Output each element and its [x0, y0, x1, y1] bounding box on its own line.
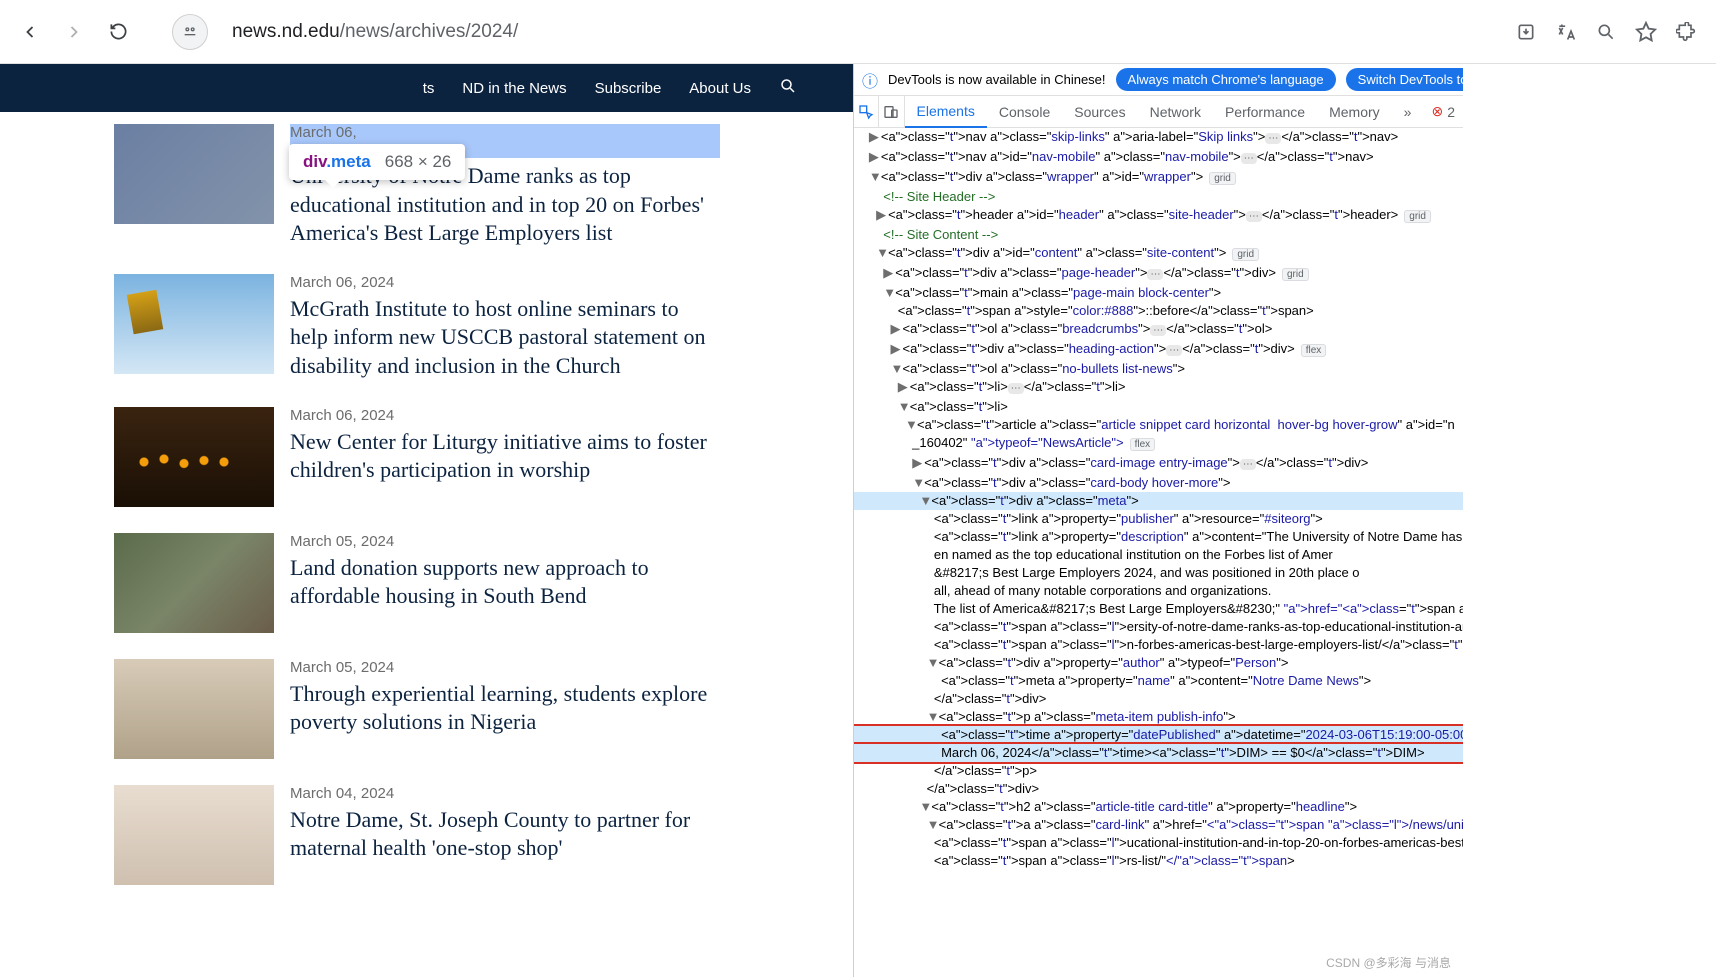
zoom-icon[interactable]: [1588, 14, 1624, 50]
tab-elements[interactable]: Elements: [905, 96, 987, 128]
article-card[interactable]: March 04, 2024 Notre Dame, St. Joseph Cou…: [114, 785, 813, 885]
device-toggle-icon[interactable]: [879, 96, 904, 128]
article-card[interactable]: March 06, 2024 New Center for Liturgy ini…: [114, 407, 813, 507]
back-button[interactable]: [12, 14, 48, 50]
article-date: March 05, 2024: [290, 533, 720, 550]
error-count[interactable]: ⊗2: [1423, 103, 1463, 120]
article-date: March 06, 2024: [290, 407, 720, 424]
article-card[interactable]: March 05, 2024 Through experiential learn…: [114, 659, 813, 759]
watermark: CSDN @多彩海 与消息: [1326, 954, 1451, 971]
article-title[interactable]: New Center for Liturgy initiative aims t…: [290, 428, 720, 485]
tooltip-tag: div: [303, 152, 326, 171]
devtools-tabs: Elements Console Sources Network Perform…: [854, 96, 1463, 128]
article-date: March 05, 2024: [290, 659, 720, 676]
nav-item[interactable]: Subscribe: [595, 80, 662, 97]
page-viewport: ts ND in the News Subscribe About Us div…: [0, 64, 853, 977]
article-thumb: [114, 785, 274, 885]
article-title[interactable]: McGrath Institute to host online seminar…: [290, 295, 720, 381]
tab-memory[interactable]: Memory: [1317, 96, 1392, 128]
address-bar[interactable]: news.nd.edu/news/archives/2024/: [216, 12, 1500, 52]
info-icon: ⓘ: [862, 68, 878, 92]
article-thumb: [114, 274, 274, 374]
article-date: March 06, 2024: [290, 274, 720, 291]
article-date: March 04, 2024: [290, 785, 720, 802]
tooltip-dims: 668 × 26: [385, 152, 452, 172]
article-card[interactable]: March 05, 2024 Land donation supports new…: [114, 533, 813, 633]
switch-language-button[interactable]: Switch DevTools to Chinese: [1346, 68, 1463, 91]
article-title[interactable]: Through experiential learning, students …: [290, 680, 720, 737]
article-thumb: [114, 533, 274, 633]
element-picker-icon[interactable]: [854, 96, 879, 128]
article-thumb: [114, 407, 274, 507]
install-app-icon[interactable]: [1508, 14, 1544, 50]
devtools-locale-banner: ⓘ DevTools is now available in Chinese! …: [854, 64, 1463, 96]
article-title[interactable]: Land donation supports new approach to a…: [290, 554, 720, 611]
nav-item[interactable]: ND in the News: [462, 80, 566, 97]
translate-icon[interactable]: [1548, 14, 1584, 50]
browser-toolbar: news.nd.edu/news/archives/2024/: [0, 0, 1716, 64]
forward-button[interactable]: [56, 14, 92, 50]
url-domain: news.nd.edu: [232, 21, 340, 43]
tab-network[interactable]: Network: [1138, 96, 1213, 128]
site-info-button[interactable]: [172, 14, 208, 50]
tooltip-class: .meta: [326, 152, 370, 171]
article-title[interactable]: Notre Dame, St. Joseph County to partner…: [290, 806, 720, 863]
url-path: /news/archives/2024/: [340, 21, 519, 43]
tab-sources[interactable]: Sources: [1062, 96, 1137, 128]
tab-console[interactable]: Console: [987, 96, 1062, 128]
nav-item[interactable]: About Us: [689, 80, 751, 97]
search-icon[interactable]: [779, 77, 797, 99]
article-card[interactable]: March 06, 2024University of Notre Dame r…: [114, 124, 813, 248]
tab-more-icon[interactable]: »: [1392, 96, 1424, 128]
tab-performance[interactable]: Performance: [1213, 96, 1317, 128]
article-list: March 06, 2024University of Notre Dame r…: [0, 112, 853, 977]
elements-dom-tree[interactable]: ▶<a">class="t">nav a">class="skip-links"…: [854, 128, 1463, 968]
toolbar-right: [1508, 14, 1704, 50]
banner-text: DevTools is now available in Chinese!: [888, 72, 1106, 87]
inspector-tooltip: div.meta 668 × 26: [289, 144, 465, 180]
reload-button[interactable]: [100, 14, 136, 50]
article-thumb: [114, 659, 274, 759]
site-header: ts ND in the News Subscribe About Us: [0, 64, 853, 112]
extensions-icon[interactable]: [1668, 14, 1704, 50]
bookmark-icon[interactable]: [1628, 14, 1664, 50]
nav-item[interactable]: ts: [423, 80, 435, 97]
article-thumb: [114, 124, 274, 224]
article-card[interactable]: March 06, 2024 McGrath Institute to host …: [114, 274, 813, 381]
devtools-panel: ⓘ DevTools is now available in Chinese! …: [853, 64, 1463, 977]
match-language-button[interactable]: Always match Chrome's language: [1116, 68, 1336, 91]
